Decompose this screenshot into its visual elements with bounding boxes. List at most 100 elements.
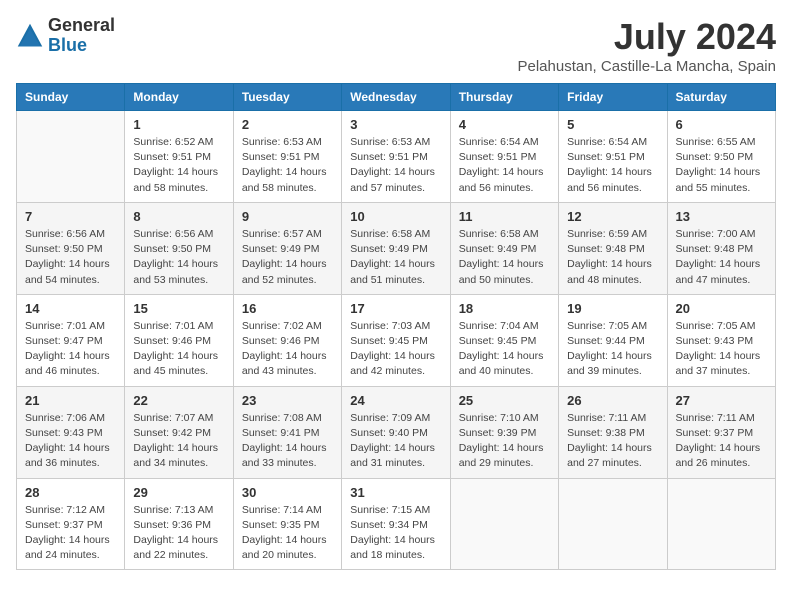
- day-info: Sunrise: 6:58 AMSunset: 9:49 PMDaylight:…: [350, 227, 441, 288]
- calendar-table: SundayMondayTuesdayWednesdayThursdayFrid…: [16, 83, 776, 570]
- day-info: Sunrise: 7:01 AMSunset: 9:46 PMDaylight:…: [133, 319, 224, 380]
- calendar-title: July 2024: [518, 16, 777, 58]
- day-number: 14: [25, 301, 116, 316]
- weekday-header-row: SundayMondayTuesdayWednesdayThursdayFrid…: [17, 84, 776, 111]
- calendar-cell: 19Sunrise: 7:05 AMSunset: 9:44 PMDayligh…: [559, 294, 667, 386]
- day-info: Sunrise: 7:04 AMSunset: 9:45 PMDaylight:…: [459, 319, 550, 380]
- calendar-cell: 16 Sunrise: 7:02 AMSunset: 9:46 PMDayligh…: [233, 294, 341, 386]
- day-info: Sunrise: 6:56 AMSunset: 9:50 PMDaylight:…: [25, 227, 116, 288]
- calendar-cell: 12Sunrise: 6:59 AMSunset: 9:48 PMDayligh…: [559, 202, 667, 294]
- calendar-cell: 17Sunrise: 7:03 AMSunset: 9:45 PMDayligh…: [342, 294, 450, 386]
- calendar-cell: [667, 478, 775, 570]
- weekday-header-wednesday: Wednesday: [342, 84, 450, 111]
- day-number: 9: [242, 209, 333, 224]
- day-info: Sunrise: 7:01 AMSunset: 9:47 PMDaylight:…: [25, 319, 116, 380]
- day-info: Sunrise: 6:54 AMSunset: 9:51 PMDaylight:…: [459, 135, 550, 196]
- calendar-cell: 15 Sunrise: 7:01 AMSunset: 9:46 PMDayligh…: [125, 294, 233, 386]
- day-info: Sunrise: 7:07 AMSunset: 9:42 PMDaylight:…: [133, 411, 224, 472]
- calendar-cell: 24 Sunrise: 7:09 AMSunset: 9:40 PMDayligh…: [342, 386, 450, 478]
- day-number: 2: [242, 117, 333, 132]
- day-info: Sunrise: 7:05 AMSunset: 9:43 PMDaylight:…: [676, 319, 767, 380]
- calendar-week-row: 14 Sunrise: 7:01 AMSunset: 9:47 PMDayligh…: [17, 294, 776, 386]
- calendar-cell: 29Sunrise: 7:13 AMSunset: 9:36 PMDayligh…: [125, 478, 233, 570]
- day-number: 25: [459, 393, 550, 408]
- logo-blue: Blue: [48, 36, 115, 56]
- day-info: Sunrise: 7:08 AMSunset: 9:41 PMDaylight:…: [242, 411, 333, 472]
- calendar-cell: 8 Sunrise: 6:56 AMSunset: 9:50 PMDaylight…: [125, 202, 233, 294]
- day-number: 11: [459, 209, 550, 224]
- calendar-cell: 20 Sunrise: 7:05 AMSunset: 9:43 PMDayligh…: [667, 294, 775, 386]
- day-info: Sunrise: 7:12 AMSunset: 9:37 PMDaylight:…: [25, 503, 116, 564]
- day-number: 26: [567, 393, 658, 408]
- calendar-week-row: 7Sunrise: 6:56 AMSunset: 9:50 PMDaylight…: [17, 202, 776, 294]
- calendar-week-row: 28 Sunrise: 7:12 AMSunset: 9:37 PMDayligh…: [17, 478, 776, 570]
- day-info: Sunrise: 6:56 AMSunset: 9:50 PMDaylight:…: [133, 227, 224, 288]
- day-number: 20: [676, 301, 767, 316]
- day-info: Sunrise: 6:58 AMSunset: 9:49 PMDaylight:…: [459, 227, 550, 288]
- day-number: 31: [350, 485, 441, 500]
- day-number: 12: [567, 209, 658, 224]
- weekday-header-monday: Monday: [125, 84, 233, 111]
- calendar-cell: 14 Sunrise: 7:01 AMSunset: 9:47 PMDayligh…: [17, 294, 125, 386]
- day-info: Sunrise: 6:53 AMSunset: 9:51 PMDaylight:…: [242, 135, 333, 196]
- day-info: Sunrise: 6:54 AMSunset: 9:51 PMDaylight:…: [567, 135, 658, 196]
- day-number: 28: [25, 485, 116, 500]
- day-info: Sunrise: 6:57 AMSunset: 9:49 PMDaylight:…: [242, 227, 333, 288]
- day-info: Sunrise: 6:53 AMSunset: 9:51 PMDaylight:…: [350, 135, 441, 196]
- day-info: Sunrise: 7:06 AMSunset: 9:43 PMDaylight:…: [25, 411, 116, 472]
- logo-icon: [16, 22, 44, 50]
- calendar-cell: 22 Sunrise: 7:07 AMSunset: 9:42 PMDayligh…: [125, 386, 233, 478]
- day-number: 17: [350, 301, 441, 316]
- calendar-cell: 21 Sunrise: 7:06 AMSunset: 9:43 PMDayligh…: [17, 386, 125, 478]
- day-info: Sunrise: 7:09 AMSunset: 9:40 PMDaylight:…: [350, 411, 441, 472]
- day-number: 23: [242, 393, 333, 408]
- day-number: 16: [242, 301, 333, 316]
- weekday-header-saturday: Saturday: [667, 84, 775, 111]
- day-info: Sunrise: 6:55 AMSunset: 9:50 PMDaylight:…: [676, 135, 767, 196]
- weekday-header-thursday: Thursday: [450, 84, 558, 111]
- calendar-cell: 13 Sunrise: 7:00 AMSunset: 9:48 PMDayligh…: [667, 202, 775, 294]
- day-number: 8: [133, 209, 224, 224]
- calendar-cell: 31Sunrise: 7:15 AMSunset: 9:34 PMDayligh…: [342, 478, 450, 570]
- day-number: 1: [133, 117, 224, 132]
- page-header: General Blue July 2024 Pelahustan, Casti…: [16, 16, 776, 75]
- day-number: 24: [350, 393, 441, 408]
- calendar-week-row: 21 Sunrise: 7:06 AMSunset: 9:43 PMDayligh…: [17, 386, 776, 478]
- day-info: Sunrise: 7:02 AMSunset: 9:46 PMDaylight:…: [242, 319, 333, 380]
- day-number: 13: [676, 209, 767, 224]
- day-info: Sunrise: 7:11 AMSunset: 9:37 PMDaylight:…: [676, 411, 767, 472]
- day-number: 21: [25, 393, 116, 408]
- day-number: 15: [133, 301, 224, 316]
- logo: General Blue: [16, 16, 115, 56]
- calendar-cell: 25 Sunrise: 7:10 AMSunset: 9:39 PMDayligh…: [450, 386, 558, 478]
- calendar-cell: 6 Sunrise: 6:55 AMSunset: 9:50 PMDaylight…: [667, 111, 775, 203]
- day-number: 10: [350, 209, 441, 224]
- calendar-cell: 26Sunrise: 7:11 AMSunset: 9:38 PMDayligh…: [559, 386, 667, 478]
- calendar-cell: 4 Sunrise: 6:54 AMSunset: 9:51 PMDaylight…: [450, 111, 558, 203]
- day-info: Sunrise: 7:00 AMSunset: 9:48 PMDaylight:…: [676, 227, 767, 288]
- calendar-cell: 1 Sunrise: 6:52 AMSunset: 9:51 PMDaylight…: [125, 111, 233, 203]
- calendar-cell: [559, 478, 667, 570]
- day-number: 6: [676, 117, 767, 132]
- calendar-header: SundayMondayTuesdayWednesdayThursdayFrid…: [17, 84, 776, 111]
- day-info: Sunrise: 7:10 AMSunset: 9:39 PMDaylight:…: [459, 411, 550, 472]
- calendar-cell: 9 Sunrise: 6:57 AMSunset: 9:49 PMDaylight…: [233, 202, 341, 294]
- calendar-cell: 2 Sunrise: 6:53 AMSunset: 9:51 PMDaylight…: [233, 111, 341, 203]
- calendar-cell: 11 Sunrise: 6:58 AMSunset: 9:49 PMDayligh…: [450, 202, 558, 294]
- calendar-cell: 23 Sunrise: 7:08 AMSunset: 9:41 PMDayligh…: [233, 386, 341, 478]
- day-number: 4: [459, 117, 550, 132]
- weekday-header-friday: Friday: [559, 84, 667, 111]
- weekday-header-sunday: Sunday: [17, 84, 125, 111]
- calendar-cell: 3Sunrise: 6:53 AMSunset: 9:51 PMDaylight…: [342, 111, 450, 203]
- calendar-cell: 30Sunrise: 7:14 AMSunset: 9:35 PMDayligh…: [233, 478, 341, 570]
- logo-general: General: [48, 16, 115, 36]
- title-block: July 2024 Pelahustan, Castille-La Mancha…: [518, 16, 777, 75]
- logo-text: General Blue: [48, 16, 115, 56]
- day-number: 5: [567, 117, 658, 132]
- day-info: Sunrise: 6:52 AMSunset: 9:51 PMDaylight:…: [133, 135, 224, 196]
- calendar-cell: 28 Sunrise: 7:12 AMSunset: 9:37 PMDayligh…: [17, 478, 125, 570]
- calendar-cell: 18Sunrise: 7:04 AMSunset: 9:45 PMDayligh…: [450, 294, 558, 386]
- day-info: Sunrise: 7:05 AMSunset: 9:44 PMDaylight:…: [567, 319, 658, 380]
- day-number: 29: [133, 485, 224, 500]
- day-number: 22: [133, 393, 224, 408]
